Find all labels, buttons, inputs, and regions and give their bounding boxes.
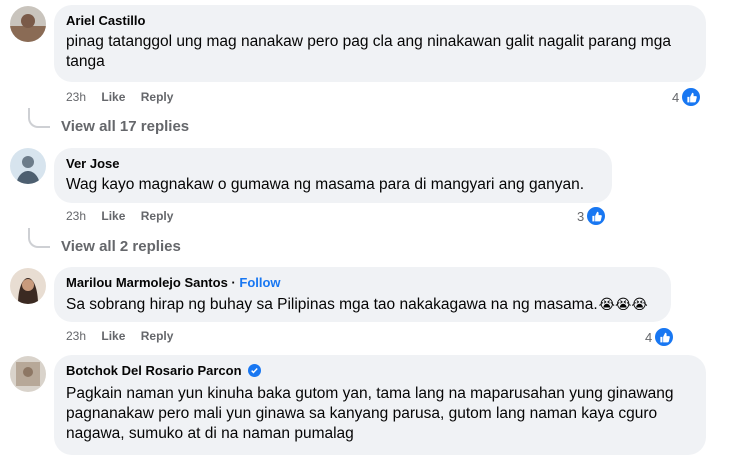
comment-author-row: Marilou Marmolejo Santos · Follow <box>66 275 659 291</box>
comment-bubble: Ariel Castillo pinag tatanggol ung mag n… <box>54 5 706 82</box>
avatar[interactable] <box>10 148 46 184</box>
like-button[interactable]: Like <box>101 329 125 343</box>
thumbs-up-icon <box>586 206 607 226</box>
comment-bubble: Ver Jose Wag kayo magnakaw o gumawa ng m… <box>54 148 612 203</box>
comment-actions: 23h Like Reply <box>66 328 185 344</box>
thread-connector <box>28 228 50 248</box>
view-replies-link[interactable]: View all 2 replies <box>61 238 181 255</box>
comment-bubble: Botchok Del Rosario Parcon Pagkain naman… <box>54 355 706 455</box>
like-button[interactable]: Like <box>101 209 125 223</box>
comment-author[interactable]: Ver Jose <box>66 156 600 172</box>
follow-button[interactable]: Follow <box>239 275 280 290</box>
reaction-count[interactable]: 4 <box>672 87 702 107</box>
comment-text: Pagkain naman yun kinuha baka gutom yan,… <box>66 385 674 442</box>
comment-author[interactable]: Botchok Del Rosario Parcon <box>66 363 242 378</box>
reply-button[interactable]: Reply <box>141 329 174 343</box>
comment-author-row: Botchok Del Rosario Parcon <box>66 363 694 381</box>
reaction-number: 3 <box>577 208 585 224</box>
reply-button[interactable]: Reply <box>141 209 174 223</box>
comment-text-row: Sa sobrang hirap ng buhay sa Pilipinas m… <box>66 294 659 315</box>
reaction-count[interactable]: 3 <box>577 206 607 226</box>
comment-text: pinag tatanggol ung mag nanakaw pero pag… <box>66 33 671 70</box>
thread-connector <box>28 108 50 128</box>
verified-badge-icon <box>248 364 262 381</box>
comment-actions: 23h Like Reply <box>66 89 185 105</box>
comment-bubble: Marilou Marmolejo Santos · Follow Sa sob… <box>54 267 671 322</box>
thumbs-up-icon <box>654 327 675 347</box>
comment-time[interactable]: 23h <box>66 329 86 343</box>
reaction-number: 4 <box>645 329 653 345</box>
name-separator: · <box>227 275 240 290</box>
comment-time[interactable]: 23h <box>66 209 86 223</box>
avatar[interactable] <box>10 6 46 42</box>
avatar[interactable] <box>10 268 46 304</box>
comment-author[interactable]: Ariel Castillo <box>66 13 694 29</box>
comment-time[interactable]: 23h <box>66 90 86 104</box>
like-button[interactable]: Like <box>101 90 125 104</box>
crying-emoji-icon: 😭😭😭 <box>598 296 648 312</box>
avatar[interactable] <box>10 356 46 392</box>
comment-actions: 23h Like Reply <box>66 208 185 224</box>
thumbs-up-icon <box>681 87 702 107</box>
comment-text: Sa sobrang hirap ng buhay sa Pilipinas m… <box>66 296 598 313</box>
view-replies-link[interactable]: View all 17 replies <box>61 118 189 135</box>
reaction-count[interactable]: 4 <box>645 327 675 347</box>
reply-button[interactable]: Reply <box>141 90 174 104</box>
comment-text: Wag kayo magnakaw o gumawa ng masama par… <box>66 176 585 193</box>
comment-author[interactable]: Marilou Marmolejo Santos <box>66 275 228 290</box>
reaction-number: 4 <box>672 89 680 105</box>
